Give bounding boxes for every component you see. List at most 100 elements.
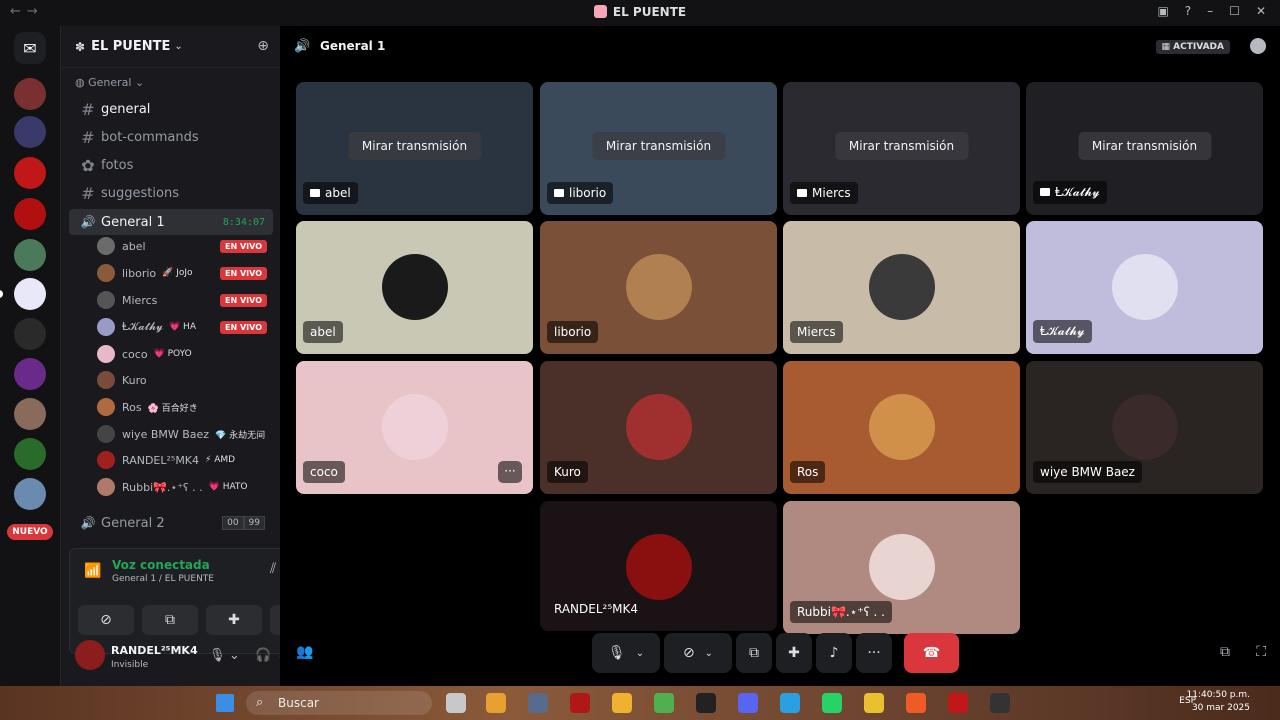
voice-member[interactable]: coco 💗 POYO [97, 342, 273, 366]
participant-tile[interactable]: liborio [540, 221, 777, 354]
voice-member[interactable]: abel EN VIVO [97, 234, 273, 258]
activities-button[interactable]: ✚ [776, 633, 812, 673]
taskbar-clock[interactable]: 11:40:50 p.m. 30 mar 2025 [1187, 689, 1250, 715]
direct-messages-button[interactable]: ✉ [14, 32, 46, 64]
category-general[interactable]: ◍ General ⌄ [75, 76, 144, 89]
tile-more-button[interactable]: ··· [498, 461, 522, 483]
participant-tile[interactable]: abel [296, 221, 533, 354]
server-icon-1[interactable] [14, 78, 46, 110]
watch-stream-button[interactable]: Mirar transmisión [1077, 132, 1212, 160]
voice-member[interactable]: wiye BMW Baez 💎 永劫无间 [97, 422, 273, 446]
voice-member[interactable]: Kuro [97, 368, 273, 392]
voice-member[interactable]: Ros 🌸 百合好き [97, 395, 273, 419]
chevron-down-icon[interactable]: ⌄ [229, 648, 240, 663]
server-icon-10[interactable] [14, 438, 46, 470]
participant-tile[interactable]: RANDEL²⁵MK4 [540, 501, 777, 631]
fullscreen-icon[interactable]: ⛶ [1256, 644, 1266, 660]
participant-tile[interactable]: Kuro [540, 361, 777, 494]
noise-suppression-icon[interactable]: ⫽ [270, 561, 276, 577]
voice-channel-general-2[interactable]: 🔊 General 2 00 99 [69, 510, 273, 536]
chat-bubble-icon[interactable] [1250, 38, 1266, 54]
stream-tile[interactable]: Mirar transmisión Ⱡ𝓚𝓪𝓽𝓱𝔂 [1026, 82, 1263, 215]
voice-member[interactable]: liborio 🚀 JoJo EN VIVO [97, 261, 273, 285]
taskbar-app-explorer[interactable] [612, 693, 632, 713]
channel-bot-commands[interactable]: # bot-commands [69, 124, 273, 150]
participant-tile[interactable]: Ros [783, 361, 1020, 494]
participant-tile[interactable]: wiye BMW Baez [1026, 361, 1263, 494]
taskbar-app-telegram[interactable] [780, 693, 800, 713]
invite-people-icon[interactable]: ⊕ [257, 38, 269, 54]
minimize-icon[interactable]: – [1207, 4, 1213, 18]
watch-stream-button[interactable]: Mirar transmisión [834, 132, 969, 160]
maximize-icon[interactable]: ☐ [1229, 4, 1240, 18]
taskbar-search[interactable]: ⌕ Buscar [246, 691, 432, 715]
disconnect-button[interactable]: ☎ [904, 633, 959, 673]
popout-icon[interactable]: ⧉ [1220, 644, 1230, 660]
stream-tile[interactable]: Mirar transmisión Miercs [783, 82, 1020, 215]
headphones-icon[interactable]: 🎧 [255, 648, 271, 663]
voice-stage: 🔊 General 1 ▦ ACTIVADA Mirar transmisión… [280, 26, 1280, 686]
voice-channel-general-1[interactable]: 🔊 General 1 8:34:07 [69, 209, 273, 235]
invite-to-voice-icon[interactable]: 👥 [296, 644, 313, 660]
voice-member[interactable]: Ⱡ𝓚𝓪𝓽𝓱𝔂 💗 HA EN VIVO [97, 315, 273, 339]
camera-button[interactable]: ⊘ ⌄ [664, 633, 732, 673]
server-icon-3[interactable] [14, 157, 46, 189]
hash-icon: # [81, 99, 95, 119]
taskbar-app-discord[interactable] [738, 693, 758, 713]
taskbar-app-store[interactable] [486, 693, 506, 713]
participant-tile[interactable]: Rubbi🎀.⋆⁺ʕ . . [783, 501, 1020, 634]
server-icon-7[interactable] [14, 318, 46, 350]
live-badge: EN VIVO [220, 239, 267, 253]
user-avatar[interactable] [75, 640, 105, 670]
participant-tile[interactable]: Ⱡ𝓚𝓪𝓽𝓱𝔂 [1026, 221, 1263, 354]
taskbar-app-whatsapp[interactable] [822, 693, 842, 713]
taskbar-app-chrome[interactable] [864, 693, 884, 713]
taskbar-app-3[interactable] [528, 693, 548, 713]
help-icon[interactable]: ? [1185, 4, 1191, 18]
server-icon-4[interactable] [14, 198, 46, 230]
server-icon-8[interactable] [14, 358, 46, 390]
server-icon-el-puente[interactable] [14, 278, 46, 310]
guild-header[interactable]: ✽ EL PUENTE ⌄ ⊕ [61, 26, 281, 68]
participant-avatar [625, 254, 692, 320]
channel-fotos[interactable]: ✿ fotos [69, 152, 273, 178]
taskbar-app-4[interactable] [570, 693, 590, 713]
taskbar-app-brave[interactable] [906, 693, 926, 713]
voice-member[interactable]: Rubbi🎀.⋆⁺ʕ . . 💗 HATO [97, 475, 273, 499]
watch-stream-button[interactable]: Mirar transmisión [591, 132, 726, 160]
channel-suggestions[interactable]: # suggestions [69, 180, 273, 206]
member-tag: 🚀 JoJo [162, 268, 193, 278]
participant-tile[interactable]: Miercs [783, 221, 1020, 354]
more-options-button[interactable]: ··· [856, 633, 892, 673]
server-icon-2[interactable] [14, 116, 46, 148]
mute-button[interactable]: 🎙 ⌄ [592, 633, 660, 673]
microphone-icon[interactable]: 🎙 [209, 648, 226, 663]
participant-tile[interactable]: coco ··· [296, 361, 533, 494]
user-name[interactable]: RANDEL²⁵MK4 [111, 644, 198, 657]
inbox-icon[interactable]: ▣ [1157, 4, 1168, 18]
taskbar-app-13[interactable] [948, 693, 968, 713]
taskbar-app-media[interactable] [696, 693, 716, 713]
activity-badge[interactable]: ▦ ACTIVADA [1155, 40, 1230, 54]
voice-member[interactable]: RANDEL²⁵MK4 ⚡ AMD [97, 448, 273, 472]
stream-tile[interactable]: Mirar transmisión liborio [540, 82, 777, 215]
soundboard-button[interactable]: ♪ [816, 633, 852, 673]
server-folder[interactable] [14, 478, 46, 510]
voice-location[interactable]: General 1 / EL PUENTE [112, 574, 214, 584]
participant-name: RANDEL²⁵MK4 [554, 602, 639, 616]
taskbar-app-1[interactable] [446, 693, 466, 713]
taskbar-app-6[interactable] [654, 693, 674, 713]
watch-stream-button[interactable]: Mirar transmisión [347, 132, 482, 160]
voice-status[interactable]: Voz conectada [112, 558, 210, 572]
server-icon-9[interactable] [14, 398, 46, 430]
channel-general[interactable]: # general [69, 96, 273, 122]
start-button[interactable] [216, 694, 234, 712]
stream-tile[interactable]: Mirar transmisión abel [296, 82, 533, 215]
taskbar-app-14[interactable] [990, 693, 1010, 713]
signal-icon[interactable]: 📶 [84, 563, 101, 579]
voice-member[interactable]: Miercs EN VIVO [97, 288, 273, 312]
share-screen-button[interactable]: ⧉ [736, 633, 772, 673]
server-icon-5[interactable] [14, 239, 46, 271]
close-icon[interactable]: ✕ [1256, 4, 1266, 18]
stream-name-label: abel [303, 182, 358, 204]
